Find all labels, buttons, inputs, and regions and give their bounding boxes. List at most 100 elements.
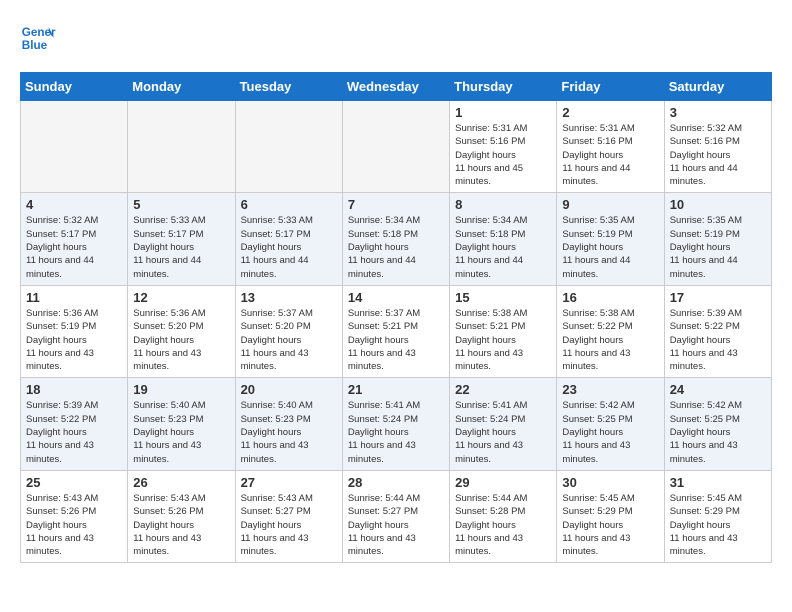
- calendar-day-cell: 30 Sunrise: 5:45 AMSunset: 5:29 PMDayligh…: [557, 470, 664, 562]
- calendar-day-cell: 25 Sunrise: 5:43 AMSunset: 5:26 PMDayligh…: [21, 470, 128, 562]
- day-number: 27: [241, 475, 337, 490]
- day-info: Sunrise: 5:31 AMSunset: 5:16 PMDaylight …: [455, 122, 551, 188]
- calendar-day-cell: 16Sunrise: 5:38 AMSunset: 5:22 PMDayligh…: [557, 285, 664, 377]
- day-info: Sunrise: 5:35 AMSunset: 5:19 PMDaylight …: [562, 214, 658, 280]
- day-number: 3: [670, 105, 766, 120]
- day-number: 14: [348, 290, 444, 305]
- calendar-day-cell: 4Sunrise: 5:32 AMSunset: 5:17 PMDaylight…: [21, 193, 128, 285]
- day-info: Sunrise: 5:43 AMSunset: 5:27 PMDaylight …: [241, 492, 337, 558]
- weekday-header-friday: Friday: [557, 73, 664, 101]
- day-info: Sunrise: 5:38 AMSunset: 5:21 PMDaylight …: [455, 307, 551, 373]
- calendar-day-cell: 29 Sunrise: 5:44 AMSunset: 5:28 PMDayligh…: [450, 470, 557, 562]
- calendar-day-cell: 21 Sunrise: 5:41 AMSunset: 5:24 PMDayligh…: [342, 378, 449, 470]
- day-info: Sunrise: 5:37 AMSunset: 5:21 PMDaylight …: [348, 307, 444, 373]
- calendar-day-cell: 6 Sunrise: 5:33 AMSunset: 5:17 PMDaylight…: [235, 193, 342, 285]
- day-info: Sunrise: 5:33 AMSunset: 5:17 PMDaylight …: [133, 214, 229, 280]
- calendar-day-cell: 15 Sunrise: 5:38 AMSunset: 5:21 PMDayligh…: [450, 285, 557, 377]
- day-info: Sunrise: 5:33 AMSunset: 5:17 PMDaylight …: [241, 214, 337, 280]
- day-number: 30: [562, 475, 658, 490]
- day-number: 23: [562, 382, 658, 397]
- day-info: Sunrise: 5:39 AMSunset: 5:22 PMDaylight …: [26, 399, 122, 465]
- day-info: Sunrise: 5:43 AMSunset: 5:26 PMDaylight …: [133, 492, 229, 558]
- day-number: 17: [670, 290, 766, 305]
- calendar-day-cell: 20 Sunrise: 5:40 AMSunset: 5:23 PMDayligh…: [235, 378, 342, 470]
- calendar-day-cell: 19 Sunrise: 5:40 AMSunset: 5:23 PMDayligh…: [128, 378, 235, 470]
- calendar-day-cell: 8 Sunrise: 5:34 AMSunset: 5:18 PMDaylight…: [450, 193, 557, 285]
- calendar-day-cell: 11 Sunrise: 5:36 AMSunset: 5:19 PMDayligh…: [21, 285, 128, 377]
- calendar-day-cell: 10Sunrise: 5:35 AMSunset: 5:19 PMDayligh…: [664, 193, 771, 285]
- day-info: Sunrise: 5:32 AMSunset: 5:17 PMDaylight …: [26, 214, 122, 280]
- calendar-day-cell: 23 Sunrise: 5:42 AMSunset: 5:25 PMDayligh…: [557, 378, 664, 470]
- calendar-day-cell: 9 Sunrise: 5:35 AMSunset: 5:19 PMDaylight…: [557, 193, 664, 285]
- calendar-day-cell: 27 Sunrise: 5:43 AMSunset: 5:27 PMDayligh…: [235, 470, 342, 562]
- day-info: Sunrise: 5:36 AMSunset: 5:19 PMDaylight …: [26, 307, 122, 373]
- day-number: 21: [348, 382, 444, 397]
- day-number: 28: [348, 475, 444, 490]
- day-info: Sunrise: 5:41 AMSunset: 5:24 PMDaylight …: [348, 399, 444, 465]
- calendar-day-cell: 5 Sunrise: 5:33 AMSunset: 5:17 PMDaylight…: [128, 193, 235, 285]
- logo: General Blue: [20, 20, 56, 56]
- day-info: Sunrise: 5:42 AMSunset: 5:25 PMDaylight …: [562, 399, 658, 465]
- calendar-day-cell: 26 Sunrise: 5:43 AMSunset: 5:26 PMDayligh…: [128, 470, 235, 562]
- weekday-header-wednesday: Wednesday: [342, 73, 449, 101]
- day-number: 8: [455, 197, 551, 212]
- calendar-week-row: 1 Sunrise: 5:31 AMSunset: 5:16 PMDaylight…: [21, 101, 772, 193]
- day-info: Sunrise: 5:45 AMSunset: 5:29 PMDaylight …: [562, 492, 658, 558]
- day-number: 6: [241, 197, 337, 212]
- day-info: Sunrise: 5:43 AMSunset: 5:26 PMDaylight …: [26, 492, 122, 558]
- day-number: 13: [241, 290, 337, 305]
- calendar-day-cell: 13Sunrise: 5:37 AMSunset: 5:20 PMDayligh…: [235, 285, 342, 377]
- calendar-day-cell: [128, 101, 235, 193]
- day-info: Sunrise: 5:45 AMSunset: 5:29 PMDaylight …: [670, 492, 766, 558]
- calendar-week-row: 25 Sunrise: 5:43 AMSunset: 5:26 PMDayligh…: [21, 470, 772, 562]
- day-info: Sunrise: 5:44 AMSunset: 5:27 PMDaylight …: [348, 492, 444, 558]
- day-info: Sunrise: 5:40 AMSunset: 5:23 PMDaylight …: [133, 399, 229, 465]
- day-number: 12: [133, 290, 229, 305]
- day-number: 22: [455, 382, 551, 397]
- day-info: Sunrise: 5:44 AMSunset: 5:28 PMDaylight …: [455, 492, 551, 558]
- day-number: 5: [133, 197, 229, 212]
- day-number: 25: [26, 475, 122, 490]
- day-number: 31: [670, 475, 766, 490]
- calendar-week-row: 18 Sunrise: 5:39 AMSunset: 5:22 PMDayligh…: [21, 378, 772, 470]
- logo-icon: General Blue: [20, 20, 56, 56]
- weekday-header-saturday: Saturday: [664, 73, 771, 101]
- day-info: Sunrise: 5:42 AMSunset: 5:25 PMDaylight …: [670, 399, 766, 465]
- day-number: 1: [455, 105, 551, 120]
- calendar-day-cell: 14 Sunrise: 5:37 AMSunset: 5:21 PMDayligh…: [342, 285, 449, 377]
- calendar-day-cell: 22Sunrise: 5:41 AMSunset: 5:24 PMDayligh…: [450, 378, 557, 470]
- calendar-day-cell: 12Sunrise: 5:36 AMSunset: 5:20 PMDayligh…: [128, 285, 235, 377]
- calendar-day-cell: 31 Sunrise: 5:45 AMSunset: 5:29 PMDayligh…: [664, 470, 771, 562]
- calendar-table: SundayMondayTuesdayWednesdayThursdayFrid…: [20, 72, 772, 563]
- calendar-day-cell: 3Sunrise: 5:32 AMSunset: 5:16 PMDaylight…: [664, 101, 771, 193]
- calendar-week-row: 4Sunrise: 5:32 AMSunset: 5:17 PMDaylight…: [21, 193, 772, 285]
- weekday-header-tuesday: Tuesday: [235, 73, 342, 101]
- day-number: 19: [133, 382, 229, 397]
- day-info: Sunrise: 5:34 AMSunset: 5:18 PMDaylight …: [455, 214, 551, 280]
- calendar-day-cell: 1 Sunrise: 5:31 AMSunset: 5:16 PMDaylight…: [450, 101, 557, 193]
- day-number: 2: [562, 105, 658, 120]
- calendar-day-cell: 2Sunrise: 5:31 AMSunset: 5:16 PMDaylight…: [557, 101, 664, 193]
- calendar-day-cell: 24 Sunrise: 5:42 AMSunset: 5:25 PMDayligh…: [664, 378, 771, 470]
- day-number: 15: [455, 290, 551, 305]
- day-info: Sunrise: 5:40 AMSunset: 5:23 PMDaylight …: [241, 399, 337, 465]
- day-info: Sunrise: 5:38 AMSunset: 5:22 PMDaylight …: [562, 307, 658, 373]
- calendar-day-cell: [342, 101, 449, 193]
- calendar-day-cell: 28 Sunrise: 5:44 AMSunset: 5:27 PMDayligh…: [342, 470, 449, 562]
- day-number: 9: [562, 197, 658, 212]
- page-header: General Blue: [20, 20, 772, 56]
- weekday-header-row: SundayMondayTuesdayWednesdayThursdayFrid…: [21, 73, 772, 101]
- day-number: 11: [26, 290, 122, 305]
- calendar-day-cell: 17 Sunrise: 5:39 AMSunset: 5:22 PMDayligh…: [664, 285, 771, 377]
- calendar-day-cell: 18 Sunrise: 5:39 AMSunset: 5:22 PMDayligh…: [21, 378, 128, 470]
- day-number: 24: [670, 382, 766, 397]
- day-info: Sunrise: 5:39 AMSunset: 5:22 PMDaylight …: [670, 307, 766, 373]
- day-info: Sunrise: 5:34 AMSunset: 5:18 PMDaylight …: [348, 214, 444, 280]
- day-number: 18: [26, 382, 122, 397]
- day-info: Sunrise: 5:35 AMSunset: 5:19 PMDaylight …: [670, 214, 766, 280]
- day-number: 29: [455, 475, 551, 490]
- day-number: 26: [133, 475, 229, 490]
- svg-text:Blue: Blue: [22, 39, 48, 52]
- weekday-header-sunday: Sunday: [21, 73, 128, 101]
- day-number: 20: [241, 382, 337, 397]
